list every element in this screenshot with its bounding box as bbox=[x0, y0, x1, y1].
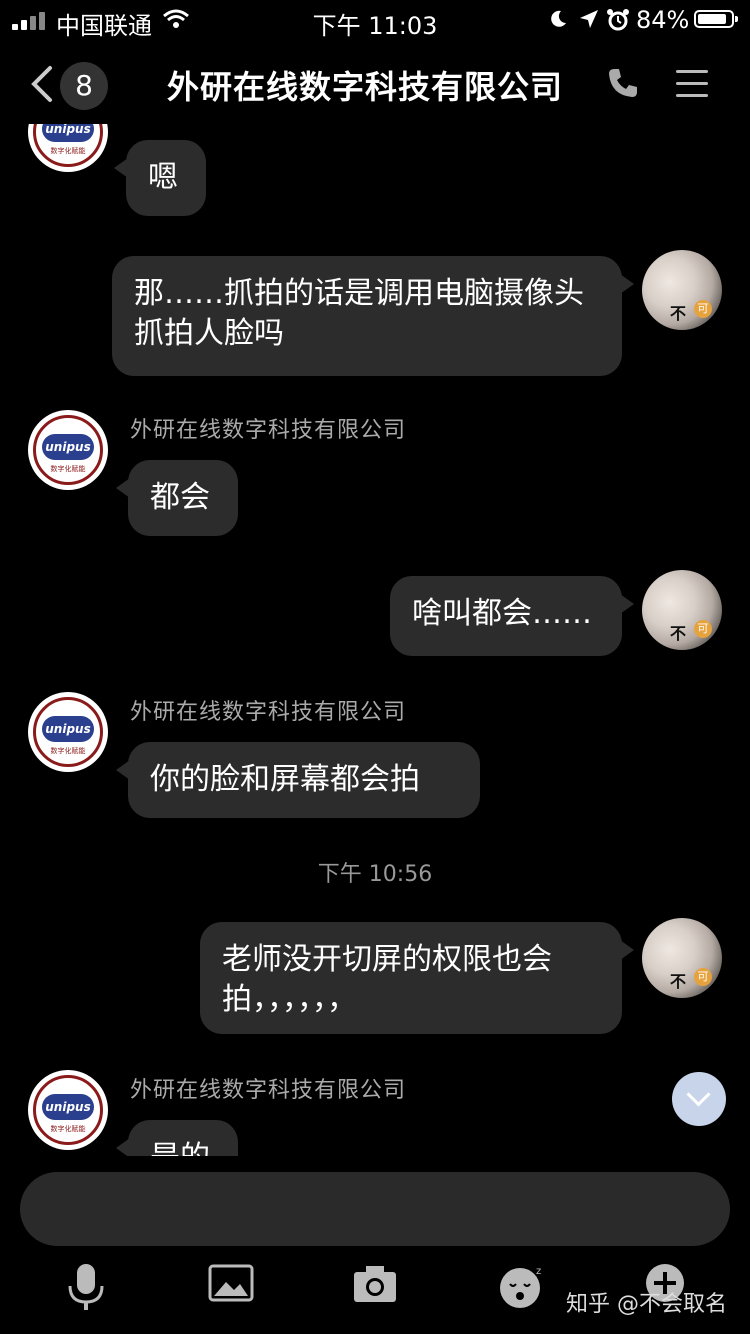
company-avatar[interactable]: unipus 数字化赋能 bbox=[28, 1070, 108, 1150]
microphone-icon[interactable] bbox=[66, 1262, 106, 1314]
message-timestamp: 下午 10:56 bbox=[317, 862, 433, 887]
status-bar: 中国联通 下午 11:03 84% bbox=[0, 0, 750, 40]
message-bubble[interactable]: 都会 bbox=[116, 460, 238, 536]
sender-name: 外研在线数字科技有限公司 bbox=[130, 700, 407, 725]
company-avatar[interactable]: unipus 数字化赋能 bbox=[28, 410, 108, 490]
battery-percent: 84% bbox=[636, 6, 690, 34]
company-avatar[interactable]: unipus 数字化赋能 bbox=[28, 692, 108, 772]
svg-text:z: z bbox=[536, 1266, 541, 1277]
scroll-to-bottom-button[interactable] bbox=[672, 1072, 726, 1126]
chat-title: 外研在线数字科技有限公司 bbox=[166, 68, 563, 106]
company-logo: unipus bbox=[42, 716, 94, 742]
emoji-icon[interactable]: z bbox=[498, 1262, 550, 1314]
message-input[interactable] bbox=[20, 1172, 730, 1246]
camera-icon[interactable] bbox=[352, 1262, 398, 1304]
image-icon[interactable] bbox=[208, 1262, 254, 1302]
chat-header: 8 外研在线数字科技有限公司 bbox=[0, 44, 750, 124]
battery-icon bbox=[694, 10, 738, 28]
message-list[interactable]: unipus 数字化赋能 嗯 那……抓拍的话是调用电脑摄像头抓拍人脸吗 不可 u… bbox=[0, 124, 750, 1156]
watermark: 知乎 @不会取名 bbox=[566, 1292, 727, 1317]
back-chevron-icon[interactable] bbox=[30, 64, 54, 104]
company-logo: unipus bbox=[42, 434, 94, 460]
company-avatar[interactable]: unipus 数字化赋能 bbox=[28, 124, 108, 172]
message-bubble[interactable]: 啥叫都会…… bbox=[390, 576, 634, 656]
company-logo: unipus bbox=[42, 124, 94, 142]
menu-icon[interactable] bbox=[676, 70, 708, 106]
unread-count-badge[interactable]: 8 bbox=[60, 62, 108, 110]
message-bubble[interactable]: 是的 bbox=[116, 1120, 238, 1156]
user-avatar[interactable]: 不可 bbox=[642, 918, 722, 998]
phone-icon[interactable] bbox=[606, 66, 640, 100]
location-icon bbox=[580, 10, 598, 28]
sender-name: 外研在线数字科技有限公司 bbox=[130, 1078, 407, 1103]
user-avatar[interactable]: 不可 bbox=[642, 250, 722, 330]
message-bubble[interactable]: 嗯 bbox=[114, 140, 206, 216]
user-avatar[interactable]: 不可 bbox=[642, 570, 722, 650]
message-bubble[interactable]: 老师没开切屏的权限也会拍，，，，，， bbox=[200, 922, 634, 1034]
sender-name: 外研在线数字科技有限公司 bbox=[130, 418, 407, 443]
message-bubble[interactable]: 那……抓拍的话是调用电脑摄像头抓拍人脸吗 bbox=[112, 256, 634, 376]
company-logo: unipus bbox=[42, 1094, 94, 1120]
moon-icon bbox=[551, 10, 566, 27]
alarm-icon bbox=[607, 9, 629, 31]
message-bubble[interactable]: 你的脸和屏幕都会拍 bbox=[116, 742, 480, 818]
